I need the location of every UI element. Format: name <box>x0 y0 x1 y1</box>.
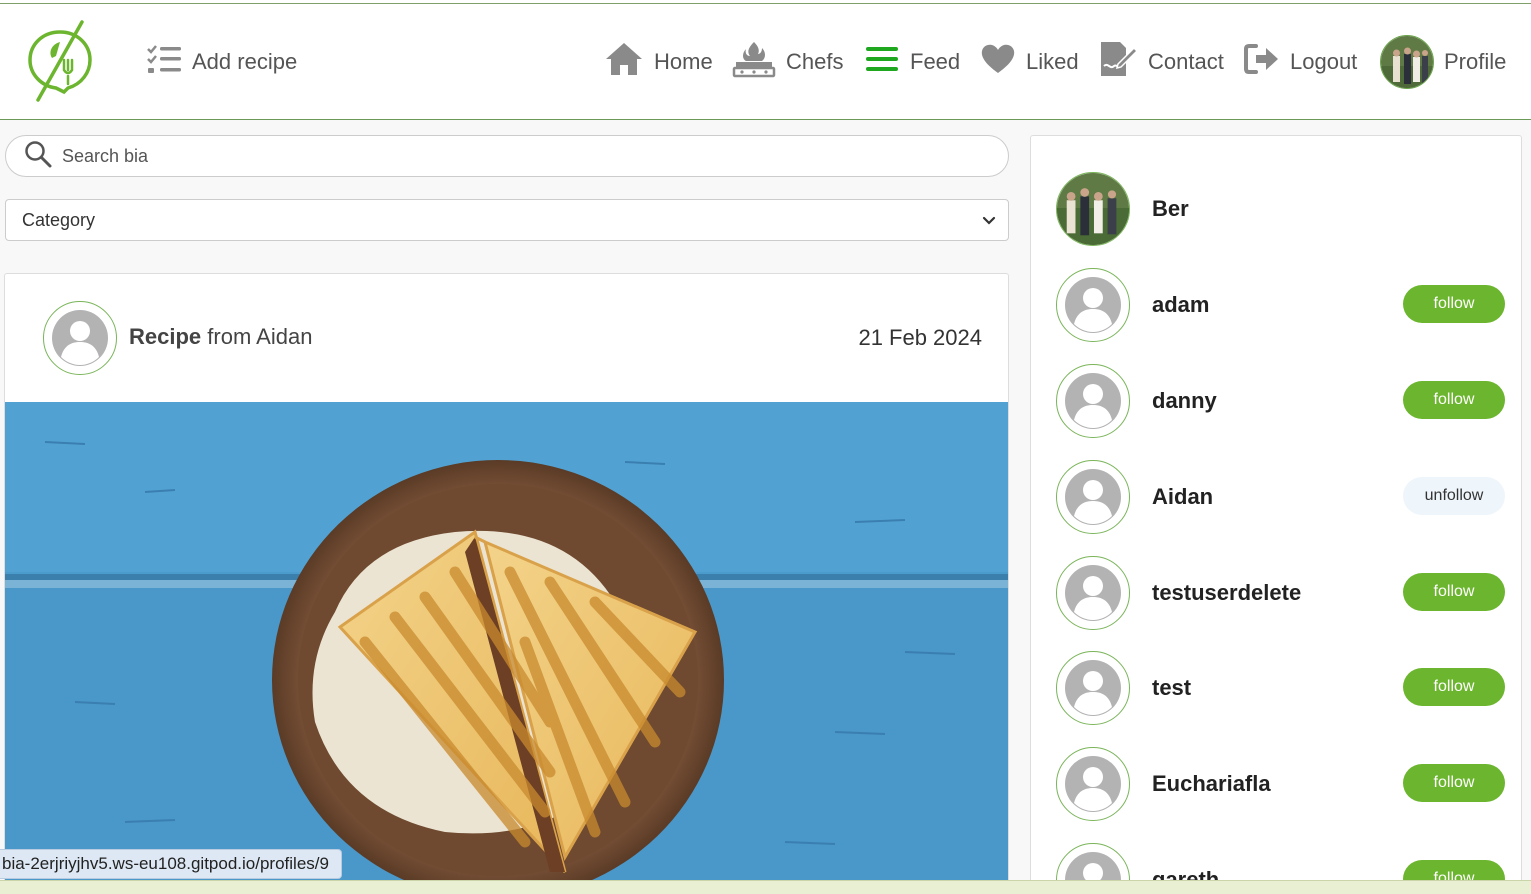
post-author-line[interactable]: Recipe from Aidan <box>129 324 312 350</box>
chef-stove-icon <box>732 40 776 84</box>
user-avatar[interactable] <box>1056 460 1130 534</box>
user-row[interactable]: testuserdelete follow <box>1031 556 1521 636</box>
user-avatar[interactable] <box>1056 268 1130 342</box>
category-selected-value: Category <box>22 209 96 230</box>
nav-chefs-label: Chefs <box>786 49 844 74</box>
user-name[interactable]: test <box>1152 675 1191 701</box>
nav-home-label: Home <box>654 49 713 74</box>
user-row[interactable]: Aidan unfollow <box>1031 460 1521 540</box>
nav-contact-label: Contact <box>1148 49 1224 74</box>
contact-form-icon <box>1098 40 1139 84</box>
unfollow-button[interactable]: unfollow <box>1403 477 1505 515</box>
add-recipe-link[interactable]: Add recipe <box>146 44 297 80</box>
category-select[interactable]: Category <box>5 199 1009 241</box>
user-row[interactable]: Euchariafla follow <box>1031 747 1521 827</box>
default-user-icon <box>1065 469 1121 525</box>
recipe-image[interactable] <box>5 402 1008 893</box>
user-name[interactable]: adam <box>1152 292 1209 318</box>
checklist-icon <box>146 44 182 80</box>
user-avatar[interactable] <box>1056 747 1130 821</box>
nav-chefs[interactable]: Chefs <box>732 40 843 84</box>
follow-button[interactable]: follow <box>1403 381 1505 419</box>
chefs-sidebar: Ber adam follow danny follow Aidan unfol… <box>1030 135 1522 894</box>
home-icon <box>604 41 644 83</box>
user-avatar[interactable] <box>1056 651 1130 725</box>
post-date: 21 Feb 2024 <box>858 325 982 350</box>
logo-icon[interactable] <box>24 20 96 104</box>
user-row[interactable]: danny follow <box>1031 364 1521 444</box>
nav-logout-label: Logout <box>1290 49 1358 74</box>
user-row[interactable]: test follow <box>1031 651 1521 731</box>
user-name[interactable]: Aidan <box>1152 484 1213 510</box>
user-row[interactable]: adam follow <box>1031 268 1521 348</box>
nav-contact[interactable]: Contact <box>1098 40 1224 84</box>
nav-liked[interactable]: Liked <box>980 40 1079 84</box>
recipe-post-card[interactable]: Recipe from Aidan 21 Feb 2024 <box>4 273 1009 894</box>
search-input[interactable] <box>62 145 962 167</box>
nav-profile[interactable]: Profile <box>1380 35 1507 89</box>
heart-icon <box>980 43 1016 81</box>
user-name[interactable]: danny <box>1152 388 1217 414</box>
user-avatar[interactable] <box>1056 364 1130 438</box>
feed-bars-icon <box>864 44 900 80</box>
user-name[interactable]: Ber <box>1152 196 1189 222</box>
follow-button[interactable]: follow <box>1403 764 1505 802</box>
user-avatar[interactable] <box>1056 556 1130 630</box>
post-prefix: Recipe <box>129 324 202 349</box>
nav-liked-label: Liked <box>1026 49 1079 74</box>
nav-profile-label: Profile <box>1444 49 1507 74</box>
default-user-icon <box>1065 565 1121 621</box>
default-user-icon <box>1065 660 1121 716</box>
post-header: Recipe from Aidan 21 Feb 2024 <box>5 274 1008 402</box>
search-bar[interactable] <box>5 135 1009 177</box>
follow-button[interactable]: follow <box>1403 573 1505 611</box>
default-user-icon <box>52 310 108 366</box>
follow-button[interactable]: follow <box>1403 285 1505 323</box>
nav-feed-label: Feed <box>910 49 961 74</box>
nav-feed[interactable]: Feed <box>864 40 960 84</box>
user-row[interactable]: Ber <box>1031 172 1521 252</box>
nav-home[interactable]: Home <box>604 40 713 84</box>
default-user-icon <box>1065 277 1121 333</box>
default-user-icon <box>1065 373 1121 429</box>
default-user-icon <box>1065 756 1121 812</box>
user-avatar[interactable] <box>1056 172 1130 246</box>
navbar: Add recipe Home Chefs Feed Liked Contact… <box>0 4 1531 120</box>
add-recipe-label: Add recipe <box>192 49 298 74</box>
taskbar <box>0 880 1531 894</box>
post-author-name: from Aidan <box>207 324 313 349</box>
author-avatar[interactable] <box>43 301 117 375</box>
chevron-down-icon <box>982 210 996 231</box>
follow-button[interactable]: follow <box>1403 668 1505 706</box>
logout-icon <box>1244 42 1280 82</box>
user-name[interactable]: Euchariafla <box>1152 771 1271 797</box>
nav-logout[interactable]: Logout <box>1244 40 1357 84</box>
profile-avatar <box>1380 35 1434 89</box>
user-name[interactable]: testuserdelete <box>1152 580 1301 606</box>
search-icon <box>24 140 52 173</box>
status-bar-url: bia-2erjriyjhv5.ws-eu108.gitpod.io/profi… <box>0 849 342 879</box>
